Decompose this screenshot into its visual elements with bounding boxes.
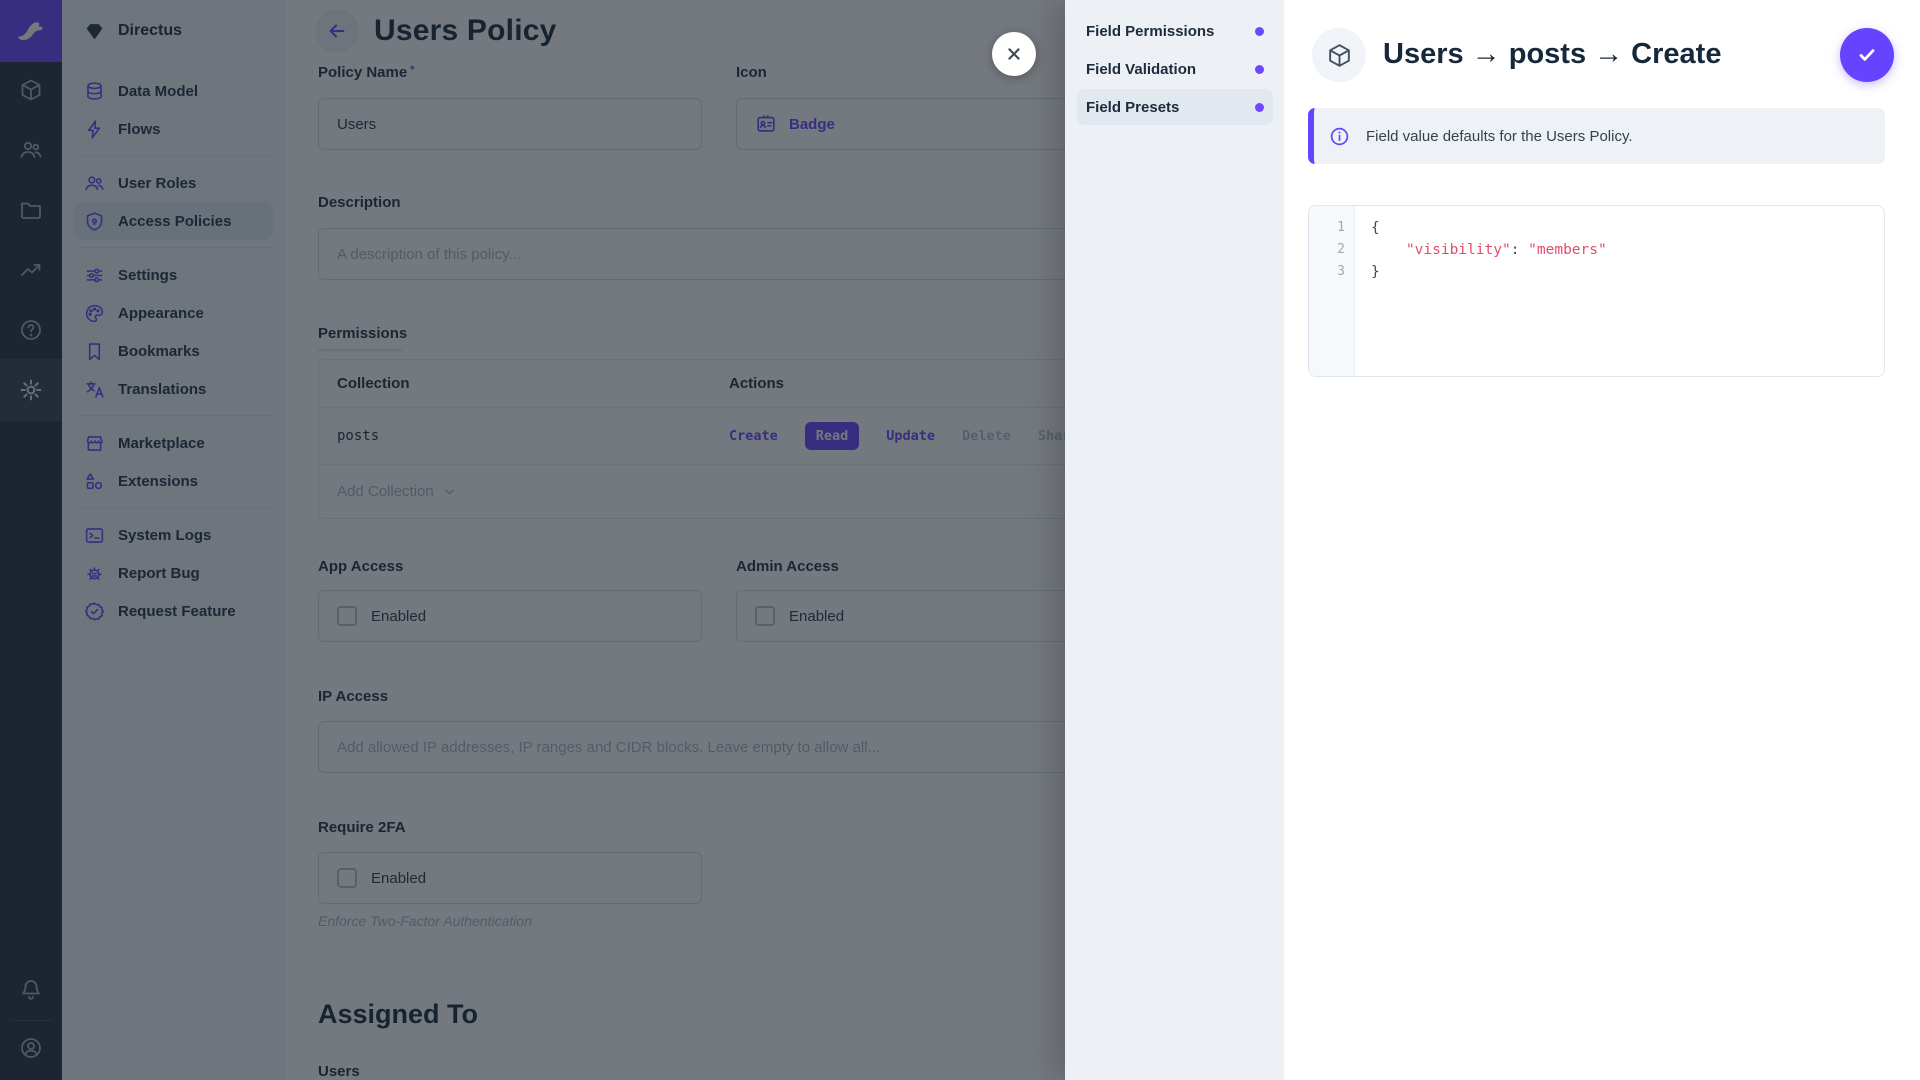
editor-gutter: 1 2 3 <box>1309 206 1355 376</box>
info-notice: Field value defaults for the Users Polic… <box>1308 108 1885 164</box>
status-dot-icon <box>1255 27 1264 36</box>
code-line: "visibility": "members" <box>1371 242 1607 258</box>
field-presets-drawer: Field Permissions Field Validation Field… <box>1065 0 1920 1080</box>
json-key: "visibility" <box>1406 242 1511 258</box>
menu-item-field-permissions[interactable]: Field Permissions <box>1077 13 1273 49</box>
json-value: "members" <box>1528 242 1607 258</box>
line-number: 3 <box>1309 261 1345 283</box>
save-button[interactable] <box>1840 28 1894 82</box>
menu-item-field-presets[interactable]: Field Presets <box>1077 89 1273 125</box>
close-drawer-button[interactable] <box>992 32 1036 76</box>
info-icon <box>1329 126 1350 147</box>
line-number: 1 <box>1309 217 1345 239</box>
cube-icon <box>1326 42 1353 69</box>
menu-item-field-validation[interactable]: Field Validation <box>1077 51 1273 87</box>
drawer-menu: Field Permissions Field Validation Field… <box>1065 0 1284 1080</box>
code-line: } <box>1371 264 1380 280</box>
status-dot-icon <box>1255 103 1264 112</box>
menu-item-label: Field Validation <box>1086 61 1196 78</box>
drawer-header-icon-circle <box>1312 28 1366 82</box>
check-icon <box>1854 42 1880 68</box>
notice-text: Field value defaults for the Users Polic… <box>1366 128 1633 145</box>
directus-app: Directus Data Model Flows User Roles Acc… <box>0 0 1920 1080</box>
line-number: 2 <box>1309 239 1345 261</box>
menu-item-label: Field Presets <box>1086 99 1179 116</box>
presets-code-editor: 1 2 3 { "visibility": "members" } <box>1308 205 1885 377</box>
drawer-content: Users → posts → Create Field value defau… <box>1284 0 1920 1080</box>
code-line: { <box>1371 220 1380 236</box>
code-area[interactable]: { "visibility": "members" } <box>1355 206 1884 376</box>
menu-item-label: Field Permissions <box>1086 23 1214 40</box>
close-icon <box>1003 43 1025 65</box>
status-dot-icon <box>1255 65 1264 74</box>
drawer-title: Users → posts → Create <box>1383 38 1721 71</box>
drawer-backdrop[interactable] <box>0 0 1066 1080</box>
